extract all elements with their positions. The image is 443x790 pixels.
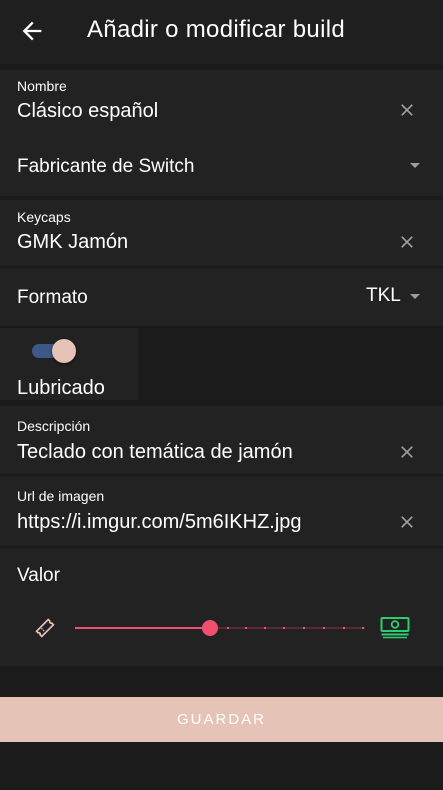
save-button-label: GUARDAR — [176, 711, 266, 728]
keycaps-label: Keycaps — [17, 209, 71, 225]
valor-slider-track[interactable] — [210, 627, 365, 629]
slider-tick — [245, 627, 247, 629]
formato-value[interactable]: TKL — [366, 285, 401, 307]
slider-tick — [264, 627, 266, 629]
valor-section: Valor — [0, 548, 443, 666]
lubricado-label: Lubricado — [17, 377, 105, 399]
save-button[interactable]: GUARDAR — [0, 697, 443, 742]
page-title: Añadir o modificar build — [87, 16, 345, 43]
url-label: Url de imagen — [17, 488, 105, 504]
nombre-input[interactable]: Clásico español — [17, 100, 158, 123]
descripcion-label: Descripción — [17, 418, 91, 434]
valor-slider-fill[interactable] — [75, 627, 210, 629]
slider-tick — [283, 627, 285, 629]
nombre-label: Nombre — [17, 78, 67, 94]
chevron-down-icon — [410, 294, 420, 299]
slider-tick — [323, 627, 325, 629]
slider-tick — [362, 627, 364, 629]
fabricante-select[interactable]: Fabricante de Switch — [0, 136, 443, 196]
url-field[interactable]: Url de imagen https://i.imgur.com/5m6IKH… — [0, 476, 443, 546]
money-icon — [380, 617, 410, 639]
arrow-left-icon[interactable] — [18, 17, 46, 45]
slider-tick — [343, 627, 345, 629]
slider-tick — [227, 627, 229, 629]
fabricante-label: Fabricante de Switch — [17, 156, 195, 177]
valor-slider-thumb[interactable] — [202, 620, 218, 636]
descripcion-input[interactable]: Teclado con temática de jamón — [17, 441, 293, 464]
app-bar: Añadir o modificar build — [0, 0, 443, 64]
descripcion-field[interactable]: Descripción Teclado con temática de jamó… — [0, 406, 443, 474]
slider-tick — [303, 627, 305, 629]
close-icon[interactable] — [397, 512, 417, 532]
lubricado-switch-thumb[interactable] — [52, 339, 76, 363]
close-icon[interactable] — [397, 442, 417, 462]
valor-label: Valor — [17, 565, 60, 586]
keycaps-field[interactable]: Keycaps GMK Jamón — [0, 200, 443, 266]
ticket-icon — [35, 618, 55, 638]
close-icon[interactable] — [397, 100, 417, 120]
formato-label: Formato — [17, 287, 88, 308]
keycaps-input[interactable]: GMK Jamón — [17, 231, 128, 254]
chevron-down-icon — [410, 163, 420, 168]
close-icon[interactable] — [397, 232, 417, 252]
nombre-field[interactable]: Nombre Clásico español — [0, 70, 443, 136]
formato-select[interactable]: Formato TKL — [0, 268, 443, 326]
url-input[interactable]: https://i.imgur.com/5m6IKHZ.jpg — [17, 511, 302, 534]
